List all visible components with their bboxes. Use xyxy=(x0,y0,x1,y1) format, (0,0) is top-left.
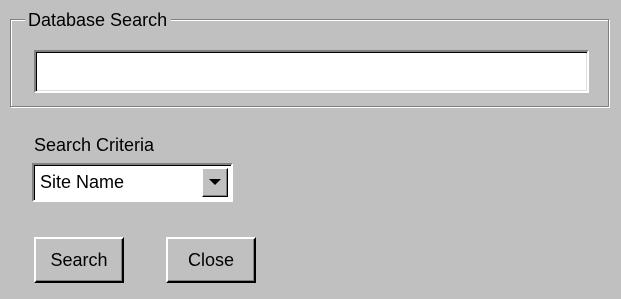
database-search-label: Database Search xyxy=(25,9,172,31)
search-criteria-dropdown[interactable]: Site Name xyxy=(32,163,233,202)
search-criteria-label: Search Criteria xyxy=(34,135,155,155)
chevron-down-icon xyxy=(209,179,221,185)
search-input[interactable] xyxy=(34,50,589,93)
search-button[interactable]: Search xyxy=(34,237,124,283)
search-criteria-selected-value: Site Name xyxy=(40,172,125,192)
dropdown-arrow-button[interactable] xyxy=(202,168,228,197)
close-button[interactable]: Close xyxy=(166,237,256,283)
